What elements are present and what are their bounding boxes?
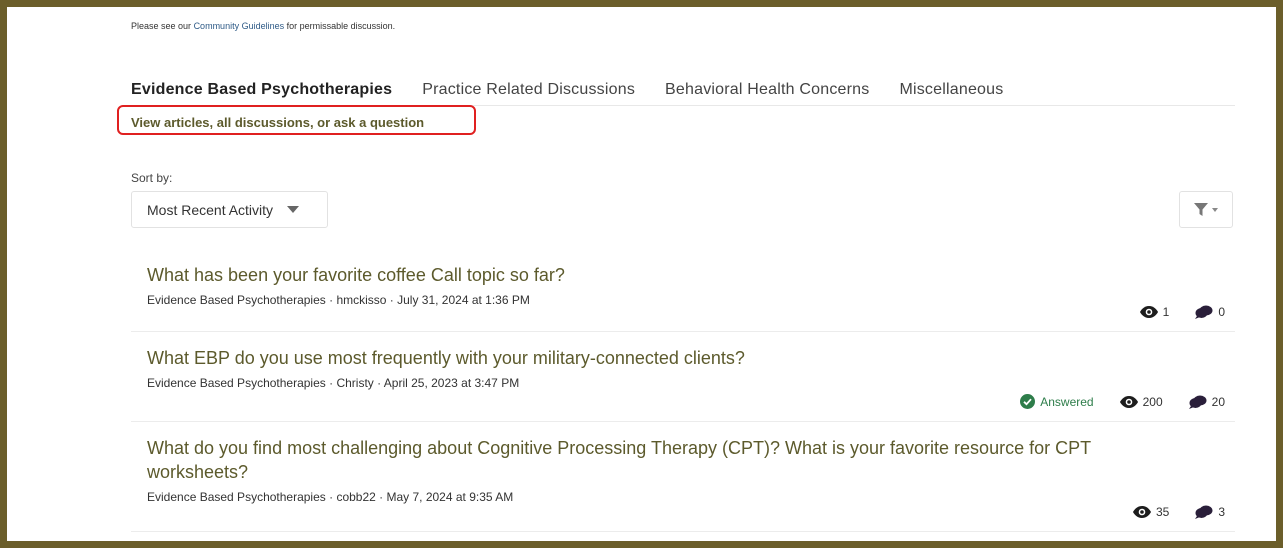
reply-count: 0 [1195, 305, 1225, 319]
community-guidelines-notice: Please see our Community Guidelines for … [131, 21, 395, 31]
tab-miscellaneous[interactable]: Miscellaneous [899, 81, 1003, 99]
view-count: 1 [1139, 305, 1170, 319]
tab-behavioral-health-concerns[interactable]: Behavioral Health Concerns [665, 81, 869, 99]
discussion-stats: 1 0 [1139, 305, 1225, 319]
discussion-meta: Evidence Based Psychotherapies · Christy… [147, 376, 520, 390]
discussion-meta: Evidence Based Psychotherapies · hmckiss… [147, 293, 530, 307]
chevron-down-icon [287, 206, 300, 213]
view-count: 35 [1132, 505, 1170, 519]
tab-evidence-based-psychotherapies[interactable]: Evidence Based Psychotherapies [131, 81, 392, 99]
view-articles-link[interactable]: View articles, all discussions, or ask a… [131, 115, 424, 130]
discussion-stats: 35 3 [1132, 505, 1225, 519]
page-frame: Please see our Community Guidelines for … [7, 7, 1276, 541]
sort-label: Sort by: [131, 171, 173, 185]
community-guidelines-link[interactable]: Community Guidelines [194, 21, 285, 31]
speech-bubbles-icon [1195, 505, 1213, 519]
reply-count: 20 [1188, 394, 1225, 409]
list-item: What do you find most challenging about … [131, 422, 1235, 532]
reply-count: 3 [1195, 505, 1225, 519]
view-count-value: 35 [1155, 505, 1170, 519]
discussion-list: What has been your favorite coffee Call … [131, 249, 1235, 532]
discussion-meta: Evidence Based Psychotherapies · cobb22 … [147, 490, 514, 504]
discussion-stats: Answered 200 20 [1020, 394, 1225, 409]
view-count-value: 200 [1142, 394, 1163, 409]
view-count: 200 [1119, 394, 1163, 409]
speech-bubbles-icon [1188, 395, 1207, 409]
chevron-down-icon [1212, 207, 1218, 212]
view-count-value: 1 [1162, 305, 1170, 319]
reply-count-value: 20 [1211, 394, 1225, 409]
discussion-title-link[interactable]: What EBP do you use most frequently with… [147, 346, 1219, 370]
check-circle-icon [1020, 394, 1036, 409]
reply-count-value: 0 [1218, 305, 1225, 319]
topic-tabs: Evidence Based Psychotherapies Practice … [131, 75, 1235, 106]
reply-count-value: 3 [1218, 505, 1225, 519]
answered-badge: Answered [1020, 394, 1094, 409]
discussion-title-link[interactable]: What has been your favorite coffee Call … [147, 263, 1219, 287]
notice-suffix: for permissable discussion. [286, 21, 396, 31]
notice-prefix: Please see our [131, 21, 192, 31]
sort-value: Most Recent Activity [147, 201, 274, 218]
funnel-icon [1194, 203, 1208, 216]
eye-icon [1132, 506, 1151, 518]
speech-bubbles-icon [1195, 305, 1213, 319]
answered-label: Answered [1040, 394, 1094, 409]
eye-icon [1119, 395, 1138, 408]
discussion-title-link[interactable]: What do you find most challenging about … [147, 436, 1219, 484]
tab-practice-related-discussions[interactable]: Practice Related Discussions [422, 81, 635, 99]
sort-dropdown[interactable]: Most Recent Activity [131, 191, 328, 228]
list-item: What EBP do you use most frequently with… [131, 332, 1235, 422]
filter-button[interactable] [1179, 191, 1233, 228]
list-item: What has been your favorite coffee Call … [131, 249, 1235, 332]
eye-icon [1139, 306, 1158, 318]
